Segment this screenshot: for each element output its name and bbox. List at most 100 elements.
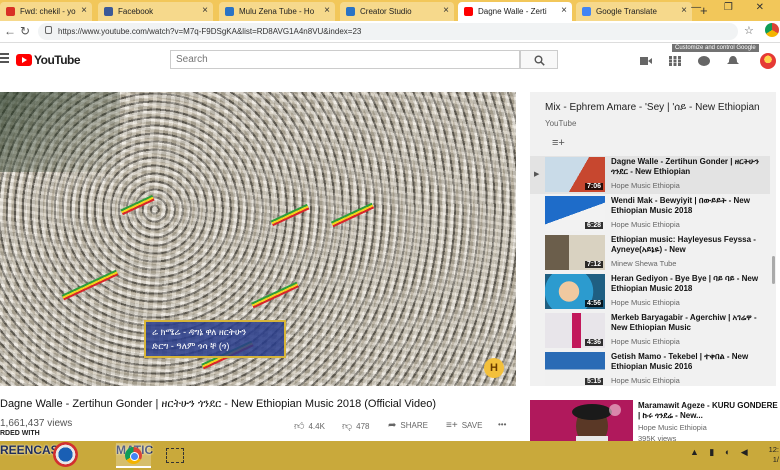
video-title: Dagne Walle - Zertihun Gonder | ዘርትሁን ጎን… xyxy=(0,398,436,410)
youtube-masthead: YouTube xyxy=(0,43,780,79)
video-thumbnail[interactable]: 4:56 xyxy=(545,274,605,309)
playlist-item[interactable]: ▶ 7:06 Dagne Walle - Zertihun Gonder | ዘ… xyxy=(530,156,770,194)
search-input[interactable] xyxy=(170,50,520,69)
browser-tab-strip: Fwd: chekil - yohansmu × Facebook × Mulu… xyxy=(0,0,780,21)
taskbar-chrome-icon[interactable] xyxy=(116,443,151,468)
dislike-button[interactable]: 👎︎ 478 xyxy=(342,420,370,432)
playlist-item-title[interactable]: Ethiopian music: Hayleyesus Feyssa - Ayn… xyxy=(611,235,761,255)
playlist-title[interactable]: Mix - Ephrem Amare - 'Sey | 'ሰይ - New Et… xyxy=(545,102,770,113)
apps-grid-icon[interactable] xyxy=(669,56,681,66)
share-button[interactable]: ➦ SHARE xyxy=(388,420,428,431)
chrome-icon xyxy=(125,447,142,464)
address-bar[interactable]: https://www.youtube.com/watch?v=M7q-F9DS… xyxy=(38,23,738,40)
playlist-item-channel: Hope Music Ethiopia xyxy=(611,298,680,307)
add-to-playlist-icon[interactable]: ≡+ xyxy=(552,137,565,149)
video-thumbnail[interactable]: 6:28 xyxy=(545,196,605,231)
snipping-tool-icon xyxy=(166,448,184,463)
logo-text: YouTube xyxy=(34,53,81,67)
playlist-item-title[interactable]: Getish Mamo - Tekebel | ተቀበል - New Ethio… xyxy=(611,352,761,372)
reload-icon[interactable]: ↻ xyxy=(20,24,30,38)
upload-video-icon[interactable] xyxy=(640,56,652,66)
close-icon[interactable]: × xyxy=(81,5,87,16)
video-player[interactable]: ሬ ክሜሬ - ዳግኔ ዋለ ዘርትሁን ድርግ - ዓለም ጎሳ ቸ (ጎ) … xyxy=(0,92,516,386)
taskbar-clock[interactable]: 12: 1/ xyxy=(757,445,779,465)
translate-icon xyxy=(582,7,591,16)
now-playing-icon: ▶ xyxy=(534,171,540,178)
video-thumbnail[interactable]: 5:15 xyxy=(545,352,605,386)
video-caption-box: ሬ ክሜሬ - ዳግኔ ዋለ ዘርትሁን ድርግ - ዓለም ጎሳ ቸ (ጎ) xyxy=(144,320,286,358)
playlist-scrollbar[interactable] xyxy=(772,256,775,284)
facebook-icon xyxy=(104,7,113,16)
playlist-item[interactable]: 4:36 Merkeb Baryagabir - Agerchiw | አገሬዋ… xyxy=(530,312,770,350)
recorded-with-text: RDED WITH xyxy=(0,430,40,437)
tab-dagne-walle[interactable]: Dagne Walle - Zerti × xyxy=(458,2,572,21)
share-label: SHARE xyxy=(400,421,428,430)
playlist-item-title[interactable]: Wendi Mak - Bewyiyit | በውይይት - New Ethio… xyxy=(611,196,761,216)
channel-watermark: H xyxy=(484,358,504,378)
creator-icon xyxy=(225,7,234,16)
playlist-item[interactable]: 7:12 Ethiopian music: Hayleyesus Feyssa … xyxy=(530,234,770,272)
taskbar-snipping-icon[interactable] xyxy=(158,443,193,468)
thumbs-down-icon: 👎︎ xyxy=(342,421,353,432)
video-thumbnail[interactable]: 7:06 xyxy=(545,157,605,192)
browser-toolbar: ← ↻ https://www.youtube.com/watch?v=M7q-… xyxy=(0,21,780,43)
video-duration: 6:28 xyxy=(584,222,603,229)
back-arrow-icon[interactable]: ← xyxy=(4,24,16,38)
playlist-item-channel: Hope Music Ethiopia xyxy=(611,337,680,346)
tab-google-translate[interactable]: Google Translate × xyxy=(576,2,692,21)
creator-icon xyxy=(346,7,355,16)
playlist-item-title[interactable]: Merkeb Baryagabir - Agerchiw | አገሬዋ - Ne… xyxy=(611,313,761,333)
close-icon[interactable]: × xyxy=(443,5,449,16)
recommended-video[interactable]: Maramawit Ageze - KURU GONDERE | ኩሩ ጎንደሬ… xyxy=(530,400,780,445)
playlist-item-title[interactable]: Dagne Walle - Zertihun Gonder | ዘርትሁን ጎን… xyxy=(611,157,761,177)
video-duration: 7:06 xyxy=(584,183,603,190)
chrome-menu-tooltip: Customize and control Google xyxy=(672,44,759,52)
messages-icon[interactable] xyxy=(698,56,710,66)
search-button[interactable] xyxy=(520,50,558,69)
close-icon[interactable]: × xyxy=(202,5,208,16)
tab-creator-studio[interactable]: Creator Studio × xyxy=(340,2,454,21)
close-icon[interactable]: × xyxy=(681,5,687,16)
window-controls[interactable]: — ❐ ✕ xyxy=(691,2,774,13)
close-icon[interactable]: × xyxy=(561,5,567,16)
screencast-logo-icon xyxy=(53,442,78,467)
dislike-count: 478 xyxy=(356,421,370,431)
mix-playlist-panel: Mix - Ephrem Amare - 'Sey | 'ሰይ - New Et… xyxy=(530,92,776,386)
caption-line: ድርግ - ዓለም ጎሳ ቸ (ጎ) xyxy=(152,341,230,351)
playlist-item-channel: Hope Music Ethiopia xyxy=(611,181,680,190)
video-thumbnail[interactable]: 4:36 xyxy=(545,313,605,348)
video-thumbnail[interactable] xyxy=(530,400,633,445)
tab-facebook[interactable]: Facebook × xyxy=(98,2,213,21)
menu-icon[interactable] xyxy=(0,53,9,65)
youtube-logo[interactable]: YouTube xyxy=(16,53,81,67)
save-label: SAVE xyxy=(461,421,483,430)
more-actions-button[interactable]: ••• xyxy=(498,420,506,429)
youtube-play-icon xyxy=(16,54,32,66)
close-icon[interactable]: × xyxy=(324,5,330,16)
recommended-title[interactable]: Maramawit Ageze - KURU GONDERE | ኩሩ ጎንደሬ… xyxy=(638,401,778,421)
playlist-item-channel: Hope Music Ethiopia xyxy=(611,376,680,385)
notifications-bell-icon[interactable] xyxy=(727,56,739,66)
video-duration: 7:12 xyxy=(584,261,603,268)
playlist-item-title[interactable]: Heran Gediyon - Bye Bye | ባይ ባይ - New Et… xyxy=(611,274,761,294)
playlist-item[interactable]: 4:56 Heran Gediyon - Bye Bye | ባይ ባይ - N… xyxy=(530,273,770,311)
system-tray-icons[interactable]: ▲ ▮ ◐ ◀ xyxy=(690,447,752,458)
tab-label: Facebook xyxy=(118,7,154,16)
search-icon xyxy=(534,55,545,66)
tab-gmail[interactable]: Fwd: chekil - yohansmu × xyxy=(0,2,92,21)
chrome-menu-icon[interactable] xyxy=(765,23,779,37)
playlist-item[interactable]: 6:28 Wendi Mak - Bewyiyit | በውይይት - New … xyxy=(530,195,770,233)
save-button[interactable]: ≡+ SAVE xyxy=(446,420,482,431)
lock-icon[interactable] xyxy=(45,26,52,34)
playlist-owner[interactable]: YouTube xyxy=(545,119,576,128)
tab-mulu-zena[interactable]: Mulu Zena Tube - Home × xyxy=(219,2,335,21)
bookmark-star-icon[interactable]: ☆ xyxy=(744,24,754,37)
playlist-item-channel: Hope Music Ethiopia xyxy=(611,220,680,229)
like-button[interactable]: 👍︎ 4.4K xyxy=(294,420,325,432)
caption-line: ሬ ክሜሬ - ዳግኔ ዋለ ዘርትሁን xyxy=(152,327,247,337)
playlist-item[interactable]: 5:15 Getish Mamo - Tekebel | ተቀበል - New … xyxy=(530,351,770,386)
view-count: 1,661,437 views xyxy=(0,418,73,429)
account-avatar[interactable] xyxy=(760,53,776,69)
video-thumbnail[interactable]: 7:12 xyxy=(545,235,605,270)
clock-time: 12: xyxy=(768,445,779,454)
